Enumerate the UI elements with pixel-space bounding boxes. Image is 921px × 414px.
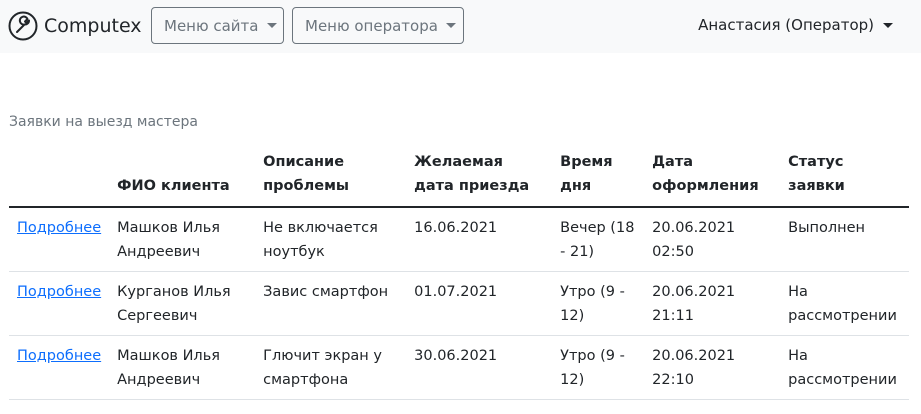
- brand-name: Computex: [44, 15, 142, 37]
- header-desired-date: Желаемая дата приезда: [406, 145, 553, 208]
- cell-fio: Машков Илья Андреевич: [109, 207, 256, 272]
- cell-registration-date: 20.06.2021 02:50: [644, 207, 781, 272]
- cell-description: Глючит экран у смартфона: [255, 335, 407, 400]
- cell-registration-date: 20.06.2021 21:11: [644, 271, 781, 336]
- cell-time-of-day: Утро (9 - 12): [552, 271, 645, 336]
- cell-time-of-day: Вечер (18 - 21): [552, 207, 645, 272]
- site-menu-dropdown[interactable]: Меню сайта: [151, 7, 284, 44]
- cell-status: На рассмотрении: [780, 335, 909, 400]
- site-menu-label: Меню сайта: [164, 16, 259, 35]
- user-menu-dropdown[interactable]: Анастасия (Оператор): [698, 16, 893, 34]
- header-fio: ФИО клиента: [109, 145, 256, 208]
- cell-fio: Курганов Илья Сергеевич: [109, 271, 256, 336]
- wrench-icon: [8, 11, 38, 41]
- header-description: Описание проблемы: [255, 145, 407, 208]
- operator-menu-label: Меню оператора: [305, 16, 438, 35]
- cell-link: Подробнее: [9, 207, 110, 272]
- details-link[interactable]: Подробнее: [17, 284, 101, 300]
- cell-registration-date: 20.06.2021 22:10: [644, 335, 781, 400]
- table-header-row: ФИО клиента Описание проблемы Желаемая д…: [9, 145, 909, 208]
- chevron-down-icon: [445, 23, 456, 28]
- header-link: [9, 145, 110, 208]
- header-status: Статус заявки: [780, 145, 909, 208]
- chevron-down-icon: [266, 23, 277, 28]
- table-row: Подробнее Машков Илья Андреевич Глючит э…: [9, 335, 909, 400]
- cell-link: Подробнее: [9, 335, 110, 400]
- user-name: Анастасия (Оператор): [698, 16, 874, 34]
- cell-status: Выполнен: [780, 207, 909, 272]
- cell-fio: Машков Илья Андреевич: [109, 335, 256, 400]
- requests-table: ФИО клиента Описание проблемы Желаемая д…: [9, 145, 909, 400]
- cell-desired-date: 30.06.2021: [406, 335, 553, 400]
- table-caption: Заявки на выезд мастера: [9, 114, 198, 130]
- cell-desired-date: 16.06.2021: [406, 207, 553, 272]
- table-row: Подробнее Курганов Илья Сергеевич Завис …: [9, 271, 909, 336]
- header-time-of-day: Время дня: [552, 145, 645, 208]
- chevron-down-icon: [883, 22, 893, 28]
- details-link[interactable]: Подробнее: [17, 348, 101, 364]
- cell-description: Завис смартфон: [255, 271, 407, 336]
- operator-menu-dropdown[interactable]: Меню оператора: [292, 7, 464, 44]
- cell-description: Не включается ноутбук: [255, 207, 407, 272]
- table-row: Подробнее Машков Илья Андреевич Не включ…: [9, 207, 909, 272]
- cell-desired-date: 01.07.2021: [406, 271, 553, 336]
- brand[interactable]: Computex: [8, 9, 142, 43]
- header-registration-date: Дата оформления: [644, 145, 781, 208]
- cell-status: На рассмотрении: [780, 271, 909, 336]
- navbar: Computex Меню сайта Меню оператора Анаст…: [0, 0, 921, 53]
- cell-time-of-day: Утро (9 - 12): [552, 335, 645, 400]
- details-link[interactable]: Подробнее: [17, 220, 101, 236]
- cell-link: Подробнее: [9, 271, 110, 336]
